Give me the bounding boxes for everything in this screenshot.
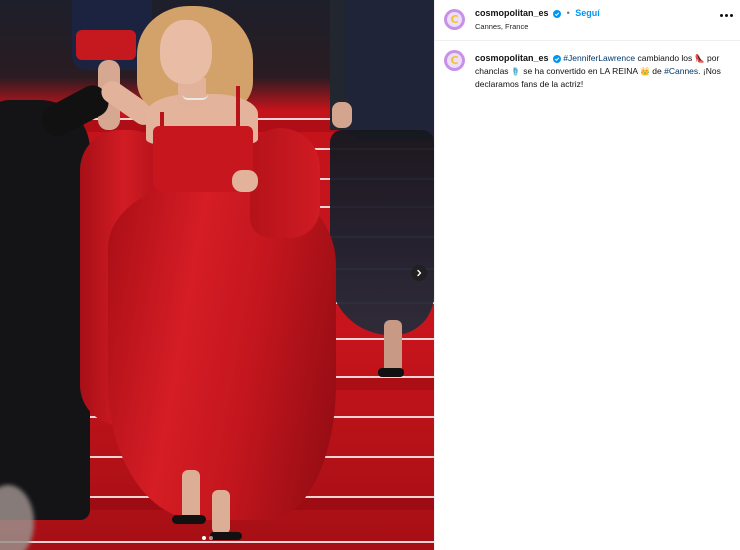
flip-flop-emoji: 🩴 <box>510 67 521 76</box>
caption-username[interactable]: cosmopolitan_es <box>475 53 549 63</box>
carpet-step-edge <box>0 541 434 543</box>
hand-holding-skirt <box>232 170 258 192</box>
account-username[interactable]: cosmopolitan_es <box>475 8 549 18</box>
caption-text: cambiando los <box>635 53 695 63</box>
right-woman-hand <box>332 102 352 128</box>
caption-avatar[interactable]: C <box>444 50 465 71</box>
post-details-panel: C cosmopolitan_es • Seguí Cannes, France… <box>434 0 740 550</box>
caption-mention-link[interactable]: #JenniferLawrence <box>563 53 635 63</box>
instagram-post-modal: C cosmopolitan_es • Seguí Cannes, France… <box>0 0 740 550</box>
caption-text: de <box>649 66 665 76</box>
necklace <box>182 94 208 100</box>
right-woman-leg <box>384 320 402 375</box>
post-photo[interactable] <box>0 0 434 550</box>
right-woman-skirt <box>330 130 434 335</box>
account-avatar[interactable]: C <box>444 9 465 30</box>
header-account-line: cosmopolitan_es • Seguí <box>475 8 600 18</box>
post-location[interactable]: Cannes, France <box>475 22 528 31</box>
high-heel-emoji: 👠 <box>694 54 705 63</box>
flip-flop <box>172 515 206 524</box>
carousel-dot <box>209 536 213 540</box>
post-caption: cosmopolitan_es #JenniferLawrence cambia… <box>475 52 731 90</box>
carousel-next-button[interactable] <box>411 265 427 281</box>
carousel-dot-active <box>202 536 206 540</box>
right-woman-jacket <box>345 0 434 140</box>
separator-dot: • <box>566 8 570 18</box>
caption-text: se ha convertido en LA REINA <box>520 66 640 76</box>
follow-button[interactable]: Seguí <box>575 8 600 18</box>
dress-strap <box>236 86 240 130</box>
background-person-detail <box>76 30 136 60</box>
face <box>160 20 212 84</box>
left-man-suit <box>0 100 90 520</box>
right-woman-shoe <box>378 368 404 377</box>
verified-badge-icon <box>552 54 561 63</box>
flip-flop <box>210 532 242 540</box>
more-options-icon[interactable] <box>720 14 733 17</box>
leg <box>212 490 230 534</box>
caption-hashtag-link[interactable]: #Cannes <box>664 66 698 76</box>
verified-badge-icon <box>553 9 562 18</box>
avatar-logo: C <box>447 53 462 68</box>
leg <box>182 470 200 520</box>
red-wrap-right <box>250 128 320 238</box>
post-header: C cosmopolitan_es • Seguí Cannes, France <box>435 0 740 41</box>
avatar-logo: C <box>447 12 462 27</box>
crown-emoji: 👑 <box>639 67 650 76</box>
carousel-indicator <box>202 536 213 540</box>
chevron-right-icon <box>417 269 422 277</box>
